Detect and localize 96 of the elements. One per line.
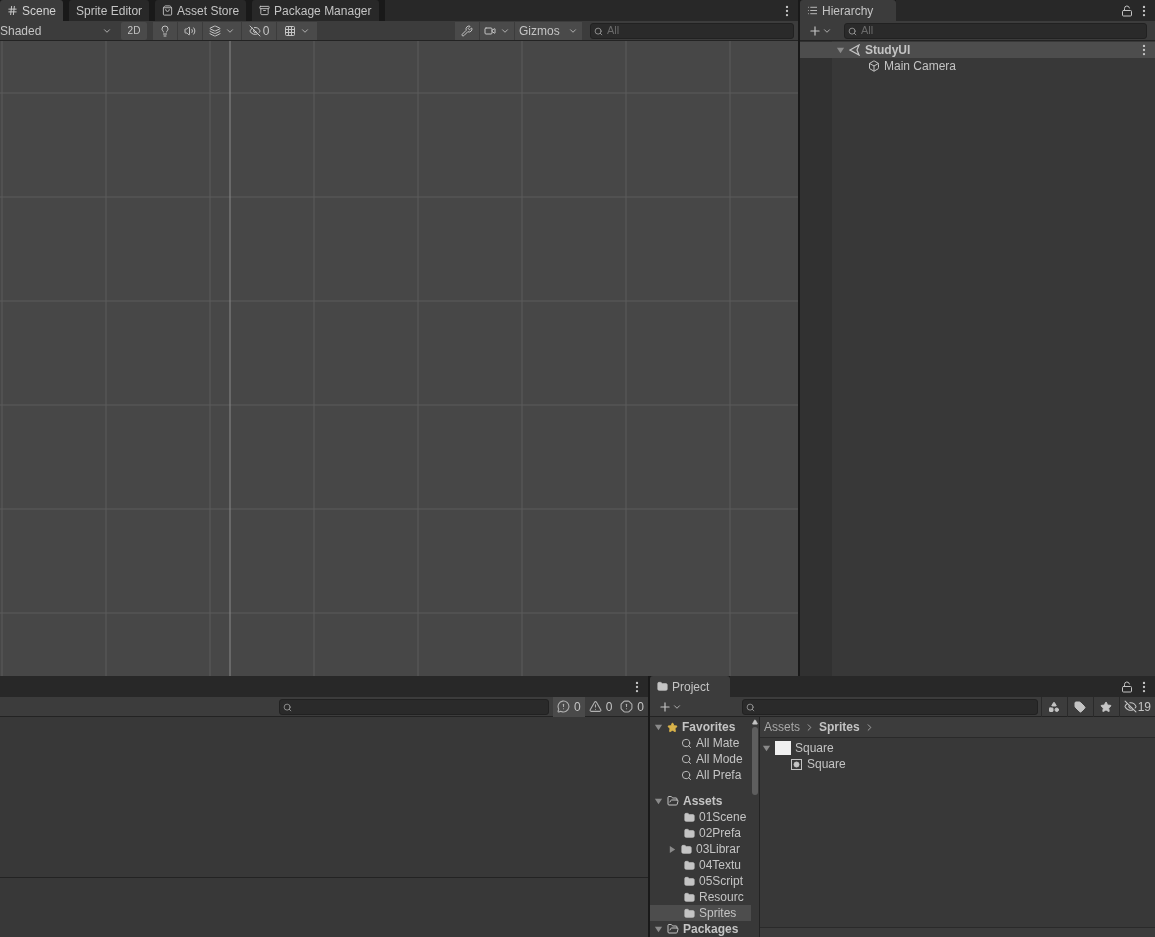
favorite-search-item[interactable]: All Mode [650, 751, 751, 767]
grid-icon [284, 24, 296, 37]
expand-caret[interactable] [654, 796, 663, 806]
search-field[interactable]: All [844, 22, 1147, 39]
asset-item[interactable]: Square [760, 740, 1155, 756]
hidden-packages-toggle[interactable]: 19 [1118, 696, 1155, 717]
warning-icon [588, 700, 602, 713]
hash-icon [7, 5, 18, 16]
editor-tab[interactable]: Sprite Editor [69, 0, 150, 21]
folder-icon [684, 811, 695, 823]
error-icon [620, 700, 634, 713]
texture-thumbnail [775, 741, 791, 755]
assets-folder[interactable]: Assets [650, 793, 751, 809]
asset-folder[interactable]: 04Textu [650, 857, 751, 873]
lighting-toggle[interactable] [153, 21, 177, 40]
log-count-toggle[interactable]: 0 [552, 696, 585, 717]
folder-icon [681, 843, 692, 855]
plus-icon [658, 699, 672, 714]
expand-caret[interactable] [668, 844, 677, 854]
star-icon [1100, 700, 1113, 713]
audio-toggle[interactable] [178, 21, 202, 40]
mode-2d-toggle[interactable]: 2D [121, 21, 147, 40]
eye-off-icon [1123, 700, 1137, 713]
create-dropdown[interactable] [658, 699, 682, 714]
search-field[interactable]: All [590, 22, 794, 39]
asset-folder[interactable]: Sprites [650, 905, 751, 921]
shapes-icon [1048, 700, 1061, 713]
search-icon [848, 26, 857, 36]
favorites-folder[interactable]: Favorites [650, 719, 751, 735]
lightbulb-icon [159, 24, 171, 37]
speaker-icon [184, 24, 196, 37]
gameobject-icon [868, 60, 880, 72]
asset-folder[interactable]: 05Script [650, 873, 751, 889]
gizmos-dropdown[interactable]: Gizmos [515, 21, 582, 40]
search-icon [681, 753, 692, 765]
expand-caret[interactable] [762, 743, 771, 753]
grid-dropdown[interactable] [277, 21, 317, 40]
project-tab[interactable]: Project [650, 676, 730, 697]
search-icon [681, 737, 692, 749]
shopping-bag-icon [162, 5, 174, 16]
editor-tab[interactable]: Scene [0, 0, 64, 21]
log-count-toggle[interactable]: 0 [616, 696, 648, 717]
folder-icon [684, 875, 695, 887]
folder-icon [657, 681, 668, 692]
search-field[interactable] [742, 698, 1038, 715]
hierarchy-tab[interactable]: Hierarchy [800, 0, 896, 21]
lock-icon[interactable] [1121, 4, 1133, 17]
layers-icon [209, 24, 221, 37]
favorite-search-item[interactable]: All Prefa [650, 767, 751, 783]
asset-folder[interactable]: Resourc [650, 889, 751, 905]
packages-folder[interactable]: Packages [650, 921, 751, 937]
folder-icon [684, 891, 695, 903]
asset-folder[interactable]: 03Librar [650, 841, 751, 857]
camera-dropdown[interactable] [480, 21, 514, 40]
sprite-icon [790, 757, 803, 771]
hierarchy-item[interactable]: Main Camera [800, 58, 1155, 74]
tools-button[interactable] [455, 21, 479, 40]
editor-tab[interactable]: Package Manager [252, 0, 379, 21]
create-dropdown[interactable] [808, 23, 832, 38]
editor-tab[interactable]: Asset Store [155, 0, 247, 21]
expand-caret[interactable] [836, 45, 845, 55]
breadcrumb-link[interactable]: Assets [764, 718, 800, 736]
scroll-up-icon [752, 719, 758, 725]
asset-folder[interactable]: 02Prefa [650, 825, 751, 841]
list-icon [807, 5, 818, 16]
search-icon [681, 769, 692, 781]
expand-caret[interactable] [654, 722, 663, 732]
wrench-icon [461, 24, 473, 37]
effects-dropdown[interactable] [203, 21, 241, 40]
info-icon [556, 700, 570, 713]
star-icon [667, 721, 678, 733]
search-icon [282, 702, 292, 712]
asset-folder[interactable]: 01Scene [650, 809, 751, 825]
hierarchy-item[interactable]: StudyUI [800, 42, 1155, 58]
expand-caret[interactable] [654, 924, 663, 934]
folder-icon [684, 907, 695, 919]
camera-icon [484, 24, 496, 37]
hidden-objects-toggle[interactable]: 0 [242, 21, 276, 40]
favorite-search-item[interactable]: All Mate [650, 735, 751, 751]
lock-icon[interactable] [1121, 680, 1133, 693]
eye-off-icon [248, 24, 261, 37]
search-icon [746, 702, 755, 712]
breadcrumb-link[interactable]: Sprites [819, 718, 860, 736]
search-icon [594, 26, 603, 36]
scene-icon [849, 44, 861, 56]
draw-mode-dropdown[interactable]: Shaded [0, 20, 116, 41]
plus-icon [808, 23, 822, 38]
folder-open-icon [667, 923, 679, 935]
folder-icon [684, 859, 695, 871]
log-count-toggle[interactable]: 0 [584, 696, 617, 717]
folder-icon [684, 827, 695, 839]
asset-item[interactable]: Square [760, 756, 1155, 772]
archive-icon [259, 5, 271, 16]
folder-open-icon [667, 795, 679, 807]
search-field[interactable] [278, 698, 549, 715]
tag-icon [1074, 700, 1087, 713]
